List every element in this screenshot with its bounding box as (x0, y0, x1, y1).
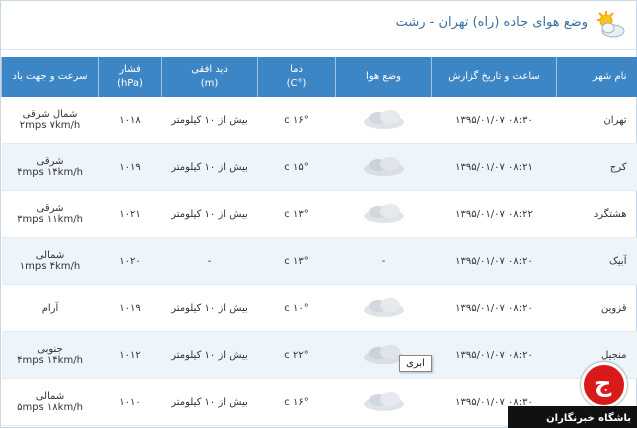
visibility: - (161, 237, 258, 285)
cloud-icon[interactable] (361, 107, 407, 131)
wind: شمالی ۵mps ۱۸km/h (1, 378, 99, 426)
city-name: آبیک (556, 237, 637, 285)
col-city[interactable]: نام شهر (556, 57, 637, 97)
city-name: هشتگرد (556, 190, 637, 238)
temperature: ۱۶° c (257, 378, 336, 426)
city-name: کرج (556, 143, 637, 191)
visibility: بیش از ۱۰ کیلومتر (161, 331, 258, 379)
weather-cell (335, 190, 432, 238)
weather-cell (335, 97, 432, 144)
wind: شمال شرقی ۲mps ۷km/h (1, 97, 99, 144)
weather-tooltip: ابری (399, 355, 432, 372)
pressure: ۱۰۱۰ (98, 378, 162, 426)
temperature: ۱۰° c (257, 284, 336, 332)
weather-cell (335, 284, 432, 332)
visibility: بیش از ۱۰ کیلومتر (161, 378, 258, 426)
cloud-icon[interactable] (361, 201, 407, 225)
pressure: ۱۰۱۹ (98, 143, 162, 191)
page-title: وضع هوای جاده (راه) تهران - رشت (395, 15, 588, 30)
report-time: ۰۸:۲۲ ۱۳۹۵/۰۱/۰۷ (431, 190, 557, 238)
wind: شرقی ۳mps ۱۱km/h (1, 190, 99, 238)
report-time: ۰۸:۲۱ ۱۳۹۵/۰۱/۰۷ (431, 143, 557, 191)
wind: شرقی ۴mps ۱۴km/h (1, 143, 99, 191)
weather-cell (335, 378, 432, 426)
pressure: ۱۰۱۹ (98, 284, 162, 332)
logo-emblem: ج (581, 362, 627, 408)
table-header-row: نام شهر ساعت و تاریخ گزارش وضع هوا دما (°… (1, 57, 637, 97)
watermark-logo: ج باشگاه خبرنگاران (508, 362, 637, 428)
temperature: ۱۶° c (257, 97, 336, 144)
table-row: هشتگرد ۰۸:۲۲ ۱۳۹۵/۰۱/۰۷ ۱۳° c بیش از ۱۰ … (1, 190, 637, 238)
pressure: ۱۰۲۰ (98, 237, 162, 285)
visibility: بیش از ۱۰ کیلومتر (161, 190, 258, 238)
logo-text: باشگاه خبرنگاران (546, 413, 631, 424)
cloud-icon[interactable] (361, 154, 407, 178)
temperature: ۱۵° c (257, 143, 336, 191)
col-visibility[interactable]: دید افقی (m) (161, 57, 258, 97)
col-pressure[interactable]: فشار (hPa) (98, 57, 162, 97)
weather-cell (335, 143, 432, 191)
table-row: آبیک ۰۸:۲۰ ۱۳۹۵/۰۱/۰۷ - ۱۳° c - ۱۰۲۰ شما… (1, 237, 637, 285)
visibility: بیش از ۱۰ کیلومتر (161, 97, 258, 144)
report-time: ۰۸:۲۰ ۱۳۹۵/۰۱/۰۷ (431, 284, 557, 332)
table-row: قزوین ۰۸:۲۰ ۱۳۹۵/۰۱/۰۷ ۱۰° c بیش از ۱۰ ک… (1, 284, 637, 332)
visibility: بیش از ۱۰ کیلومتر (161, 143, 258, 191)
pressure: ۱۰۱۲ (98, 331, 162, 379)
temperature: ۲۲° c (257, 331, 336, 379)
col-temp[interactable]: دما (°C) (257, 57, 336, 97)
pressure: ۱۰۲۱ (98, 190, 162, 238)
city-name: قزوین (556, 284, 637, 332)
temperature: ۱۳° c (257, 237, 336, 285)
report-time: ۰۸:۲۰ ۱۳۹۵/۰۱/۰۷ (431, 237, 557, 285)
wind: جنوبی ۴mps ۱۴km/h (1, 331, 99, 379)
wind: آرام (1, 284, 99, 332)
city-name: تهران (556, 97, 637, 144)
cloud-icon[interactable] (361, 295, 407, 319)
table-row: کرج ۰۸:۲۱ ۱۳۹۵/۰۱/۰۷ ۱۵° c بیش از ۱۰ کیل… (1, 143, 637, 191)
report-time: ۰۸:۳۰ ۱۳۹۵/۰۱/۰۷ (431, 97, 557, 144)
panel-header: وضع هوای جاده (راه) تهران - رشت (1, 1, 636, 50)
weather-cell: - (335, 237, 432, 285)
partly-sunny-icon (597, 11, 625, 38)
table-row: تهران ۰۸:۳۰ ۱۳۹۵/۰۱/۰۷ ۱۶° c بیش از ۱۰ ک… (1, 97, 637, 144)
wind: شمالی ۱mps ۴km/h (1, 237, 99, 285)
col-weather[interactable]: وضع هوا (335, 57, 432, 97)
col-wind[interactable]: سرعت و جهت باد (1, 57, 99, 97)
visibility: بیش از ۱۰ کیلومتر (161, 284, 258, 332)
col-time[interactable]: ساعت و تاریخ گزارش (431, 57, 557, 97)
cloud-icon[interactable] (361, 389, 407, 413)
pressure: ۱۰۱۸ (98, 97, 162, 144)
temperature: ۱۳° c (257, 190, 336, 238)
